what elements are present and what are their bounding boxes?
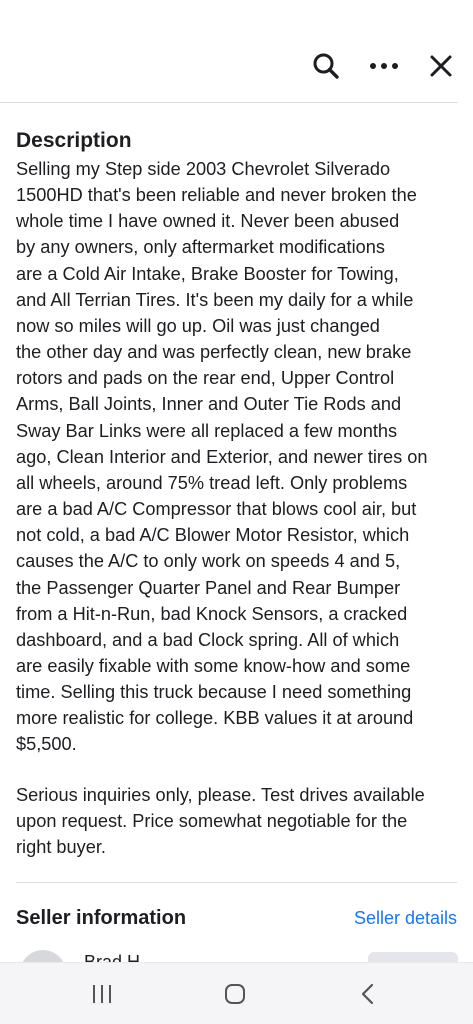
seller-information-title: Seller information <box>16 906 187 929</box>
seller-information-header: Seller information Seller details <box>16 902 457 934</box>
more-icon[interactable] <box>366 48 402 84</box>
close-icon[interactable] <box>423 48 459 84</box>
recents-icon[interactable] <box>84 977 120 1011</box>
description-paragraph: Selling my Step side 2003 Chevrolet Silv… <box>16 159 428 755</box>
section-divider <box>16 882 457 883</box>
seller-details-link[interactable]: Seller details <box>354 908 457 929</box>
seller-name[interactable]: Brad H <box>84 952 140 962</box>
home-icon[interactable] <box>217 977 253 1011</box>
follow-button[interactable] <box>368 952 458 962</box>
top-bar <box>0 0 473 102</box>
avatar[interactable] <box>20 950 66 962</box>
back-icon[interactable] <box>350 977 386 1011</box>
seller-card: Brad H <box>0 946 473 962</box>
description-paragraph: Serious inquiries only, please. Test dri… <box>16 784 425 857</box>
system-navigation-bar <box>0 962 473 1024</box>
header-divider <box>0 102 458 103</box>
description-section: Description Selling my Step side 2003 Ch… <box>16 126 461 860</box>
search-icon[interactable] <box>308 48 344 84</box>
description-title: Description <box>16 129 132 152</box>
